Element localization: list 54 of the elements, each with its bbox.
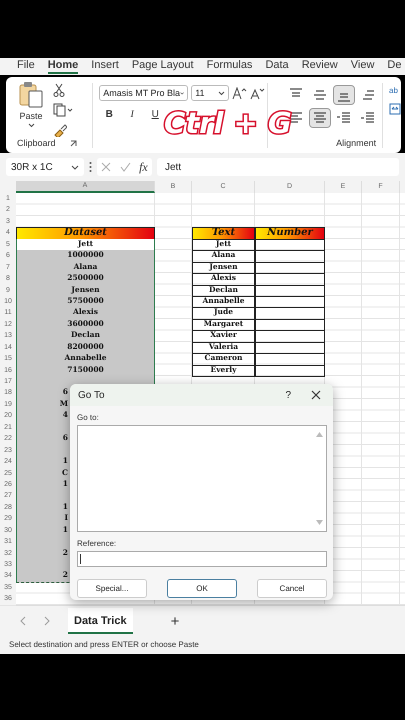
ribbon-tab[interactable]: File: [17, 59, 35, 74]
dialog-title: Go To: [78, 390, 106, 400]
font-size-dropdown[interactable]: 11: [191, 85, 230, 101]
ribbon-tab[interactable]: Insert: [91, 59, 119, 74]
dialog-button[interactable]: Cancel: [257, 579, 327, 598]
merge-icon[interactable]: [389, 103, 402, 115]
shrink-font-icon[interactable]: [250, 86, 266, 100]
ribbon-tab[interactable]: Data: [265, 59, 289, 74]
reference-input[interactable]: [77, 551, 327, 567]
copy-icon[interactable]: [53, 103, 73, 117]
close-icon[interactable]: [311, 390, 321, 400]
insert-function-button[interactable]: fx: [139, 160, 148, 174]
status-bar: Select destination and press ENTER or choose Paste: [0, 638, 405, 654]
reference-label: Reference:: [77, 539, 118, 548]
ribbon-tab[interactable]: De: [387, 59, 402, 74]
shortcut-caption: Ctrl + G: [164, 109, 292, 138]
caret-icon[interactable]: [28, 123, 34, 128]
previous-sheet-icon[interactable]: [20, 616, 26, 626]
dialog-launcher-icon[interactable]: [70, 140, 77, 146]
check-icon[interactable]: [120, 162, 131, 172]
dialog-button[interactable]: Special...: [77, 579, 147, 598]
format-painter-icon[interactable]: [53, 123, 67, 137]
formula-input[interactable]: Jett: [157, 158, 399, 176]
ribbon-tab[interactable]: View: [350, 59, 374, 74]
sheet-tab[interactable]: Data Trick: [68, 608, 133, 634]
ribbon-tab[interactable]: Home: [48, 59, 78, 74]
ribbon-tab[interactable]: Formulas: [206, 59, 252, 74]
grow-font-icon[interactable]: [232, 86, 248, 100]
caret-icon[interactable]: [180, 90, 184, 96]
font-name-dropdown[interactable]: Amasis MT Pro Bla: [99, 85, 188, 101]
header-cell: Text: [192, 227, 255, 240]
ribbon-tab[interactable]: Page Layout: [132, 59, 194, 74]
wrap-text-button[interactable]: ab: [389, 87, 402, 95]
go-to-label: Go to:: [77, 413, 100, 422]
group-label: Alignment: [336, 138, 376, 148]
ribbon-tab[interactable]: Review: [302, 59, 338, 74]
dialog-button[interactable]: OK: [167, 579, 237, 598]
caret-icon[interactable]: [71, 164, 79, 170]
help-button[interactable]: ?: [285, 390, 291, 400]
alignment-icon[interactable]: [310, 109, 330, 127]
alignment-icon[interactable]: [334, 86, 354, 104]
scissors-icon[interactable]: [53, 83, 65, 97]
group-label: Clipboard: [17, 138, 56, 148]
more-icon[interactable]: [89, 161, 92, 173]
caret-icon[interactable]: [218, 90, 226, 96]
name-box[interactable]: 30R x 1C: [6, 158, 84, 176]
clipboard-icon[interactable]: [18, 81, 44, 109]
paste-label[interactable]: Paste: [19, 111, 42, 121]
font-style-button[interactable]: B: [99, 109, 120, 120]
header-cell: Dataset: [16, 227, 155, 240]
font-style-button[interactable]: U: [145, 109, 166, 120]
font-style-button[interactable]: I: [122, 109, 142, 120]
next-sheet-icon[interactable]: [44, 616, 50, 626]
add-sheet-button[interactable]: +: [170, 612, 180, 630]
